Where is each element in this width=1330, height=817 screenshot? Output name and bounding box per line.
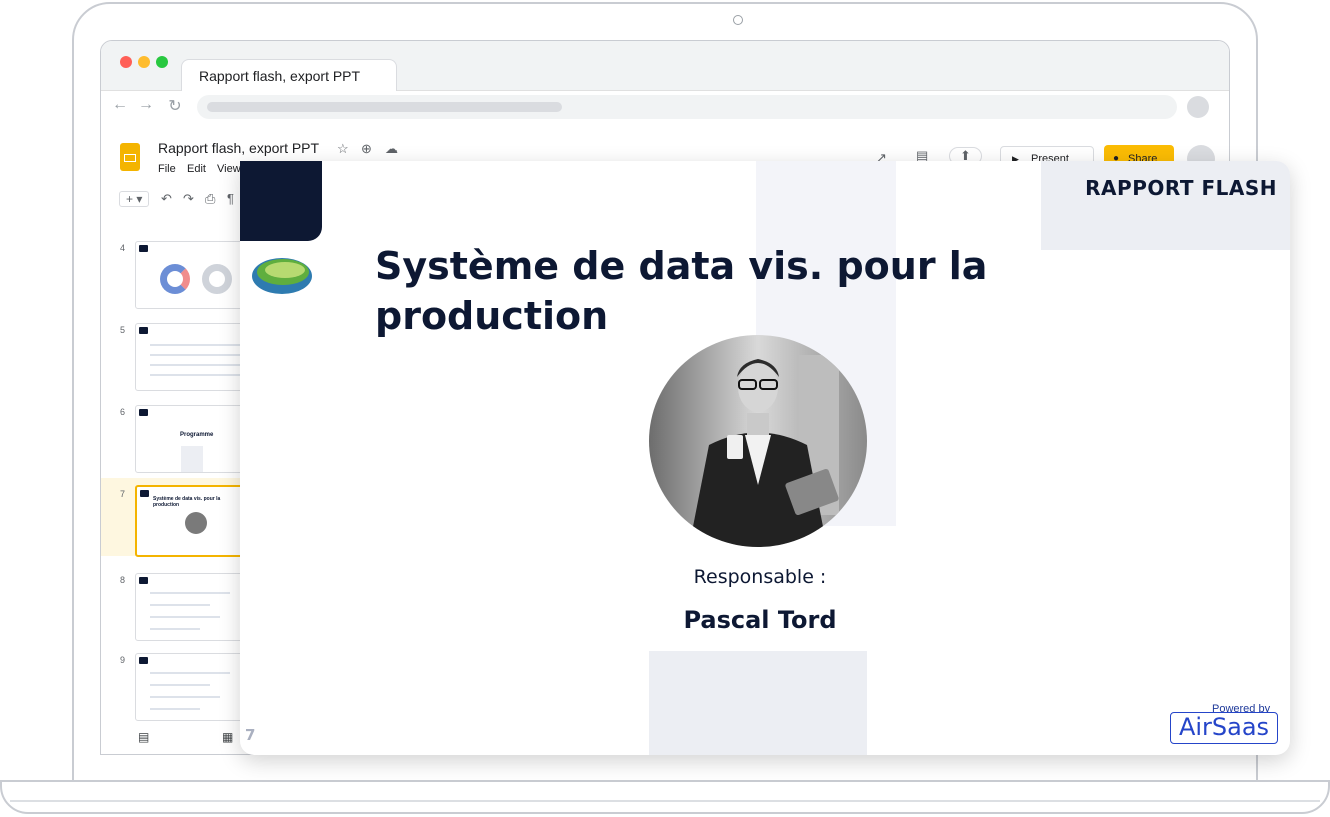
slide-thumbnail-9[interactable] bbox=[135, 653, 245, 721]
thumb-line bbox=[150, 672, 230, 674]
company-logo-icon bbox=[252, 258, 312, 294]
thumb-title: Système de data vis. pour la production bbox=[153, 496, 221, 508]
slide-thumbnail-6[interactable]: Programme bbox=[135, 405, 245, 473]
thumb-line bbox=[150, 354, 240, 356]
corner-block bbox=[240, 161, 322, 241]
donut-chart-icon bbox=[160, 264, 190, 294]
minimize-window-button[interactable] bbox=[138, 56, 150, 68]
document-title[interactable]: Rapport flash, export PPT bbox=[158, 140, 319, 156]
thumb-number: 7 bbox=[120, 489, 126, 499]
thumb-line bbox=[150, 374, 240, 376]
slides-toolbar: + ▾ ↶ ↷ ⎙ ¶ bbox=[101, 183, 241, 213]
address-bar: ← → ↻ bbox=[101, 91, 1229, 124]
url-input[interactable] bbox=[197, 95, 1177, 119]
slide-canvas[interactable]: RAPPORT FLASH Système de data vis. pour … bbox=[240, 161, 1290, 755]
thumb-corner bbox=[139, 409, 148, 416]
url-placeholder bbox=[207, 102, 562, 112]
menu-file[interactable]: File bbox=[158, 163, 176, 175]
redo-icon[interactable]: ↷ bbox=[183, 191, 194, 207]
thumb-corner bbox=[139, 577, 148, 584]
reload-icon[interactable]: ↻ bbox=[165, 96, 185, 116]
thumb-number: 4 bbox=[120, 243, 126, 253]
cloud-status-icon[interactable]: ☁ bbox=[385, 141, 398, 157]
responsible-label: Responsable : bbox=[693, 566, 827, 588]
thumb-line bbox=[150, 684, 210, 686]
slide-thumbnail-7[interactable]: Système de data vis. pour la production bbox=[135, 485, 245, 557]
menu-view[interactable]: View bbox=[217, 163, 241, 175]
page-number: 7 bbox=[245, 726, 256, 744]
slide-thumbnail-5[interactable] bbox=[135, 323, 245, 391]
star-icon[interactable]: ☆ bbox=[337, 141, 349, 157]
thumb-corner bbox=[139, 327, 148, 334]
close-window-button[interactable] bbox=[120, 56, 132, 68]
paint-format-icon[interactable]: ¶ bbox=[227, 191, 234, 206]
move-folder-icon[interactable]: ⊕ bbox=[361, 141, 372, 157]
airsaas-logo: AirSaas bbox=[1170, 712, 1278, 744]
filmstrip: 4 5 6 Programme 7 Système de data vis. p… bbox=[101, 213, 245, 733]
undo-icon[interactable]: ↶ bbox=[161, 191, 172, 207]
forward-icon[interactable]: → bbox=[136, 96, 156, 114]
print-icon[interactable]: ⎙ bbox=[205, 191, 215, 207]
thumb-line bbox=[150, 364, 240, 366]
browser-tab[interactable]: Rapport flash, export PPT bbox=[181, 59, 397, 92]
thumb-line bbox=[150, 708, 200, 710]
thumb-portrait bbox=[185, 512, 207, 534]
thumb-title: Programme bbox=[180, 432, 214, 438]
back-icon[interactable]: ← bbox=[110, 96, 130, 114]
slide-title: Système de data vis. pour la production bbox=[375, 244, 988, 338]
label-band bbox=[1041, 161, 1290, 250]
responsible-name: Pascal Tord bbox=[683, 606, 837, 634]
slide-thumbnail-8[interactable] bbox=[135, 573, 245, 641]
slides-logo-icon[interactable] bbox=[120, 143, 140, 171]
profile-avatar[interactable] bbox=[1187, 96, 1209, 118]
laptop-base bbox=[0, 780, 1330, 814]
thumb-line bbox=[150, 628, 200, 630]
menu-edit[interactable]: Edit bbox=[187, 163, 206, 175]
thumb-line bbox=[150, 696, 220, 698]
thumb-line bbox=[150, 592, 230, 594]
thumb-line bbox=[150, 344, 240, 346]
thumb-corner bbox=[139, 657, 148, 664]
thumb-line bbox=[150, 616, 220, 618]
thumb-corner bbox=[139, 245, 148, 252]
report-label: RAPPORT FLASH bbox=[1085, 176, 1277, 200]
thumb-number: 8 bbox=[120, 575, 126, 585]
thumb-number: 5 bbox=[120, 325, 126, 335]
responsible-photo bbox=[649, 335, 867, 547]
grid-view-icon[interactable]: ▦ bbox=[222, 730, 233, 744]
thumb-line bbox=[150, 604, 210, 606]
slide-thumbnail-4[interactable] bbox=[135, 241, 245, 309]
maximize-window-button[interactable] bbox=[156, 56, 168, 68]
thumb-number: 6 bbox=[120, 407, 126, 417]
thumb-number: 9 bbox=[120, 655, 126, 665]
background-band bbox=[649, 651, 867, 755]
filmstrip-view-icon[interactable]: ▤ bbox=[138, 730, 149, 744]
camera-icon bbox=[733, 15, 743, 25]
thumb-corner bbox=[140, 490, 149, 497]
new-slide-button[interactable]: + ▾ bbox=[119, 191, 150, 207]
browser-tab-bar: Rapport flash, export PPT bbox=[101, 41, 1229, 92]
thumb-block bbox=[181, 446, 203, 472]
donut-chart-icon bbox=[202, 264, 232, 294]
